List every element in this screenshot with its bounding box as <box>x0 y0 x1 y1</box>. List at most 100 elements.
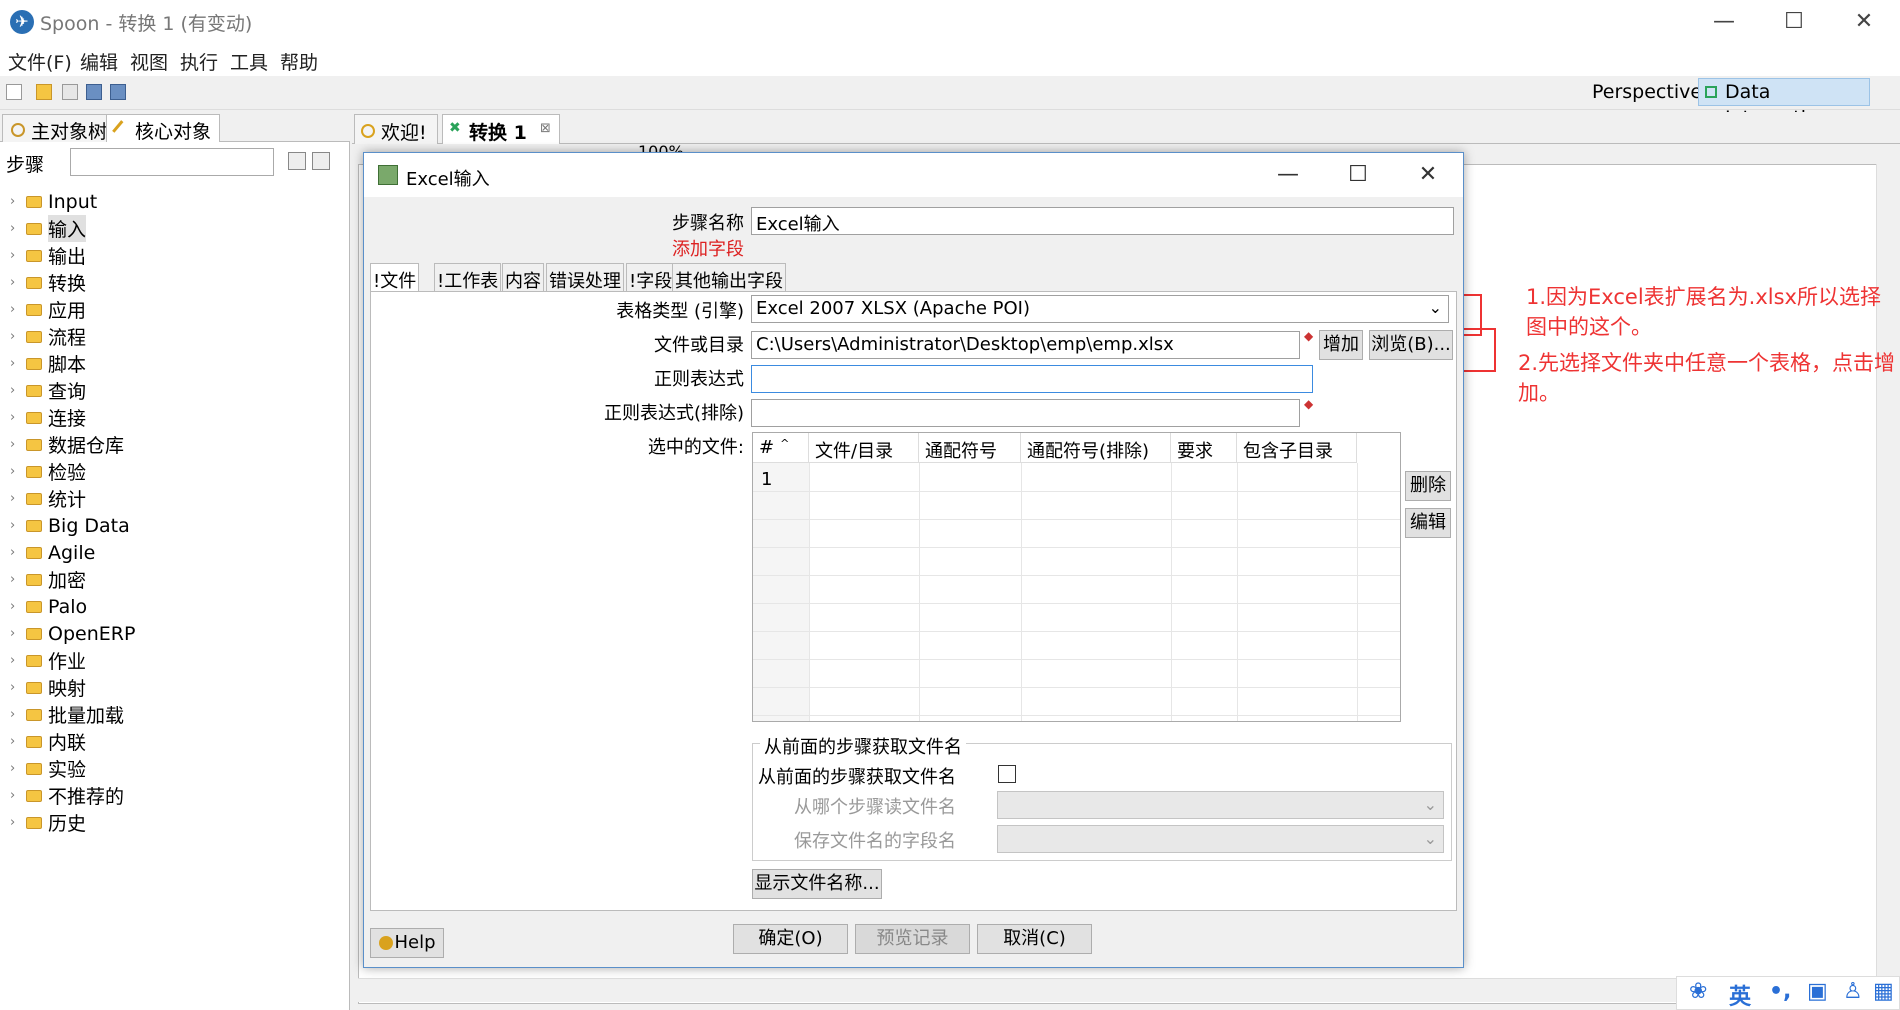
column-header-wildcard-exclude[interactable]: 通配符号(排除) <box>1021 433 1171 463</box>
tree-item[interactable]: › 加密 <box>10 566 86 593</box>
ok-button[interactable]: 确定(O) <box>733 924 848 954</box>
tree-item[interactable]: › 不推荐的 <box>10 782 124 809</box>
chevron-right-icon[interactable]: › <box>10 491 24 506</box>
tree-item[interactable]: › 脚本 <box>10 350 86 377</box>
expand-all-icon[interactable] <box>288 152 306 170</box>
read-step-select[interactable]: ⌄ <box>997 791 1444 819</box>
perspective-data-integration-button[interactable]: Data Integration <box>1698 78 1870 129</box>
column-header-required[interactable]: 要求 <box>1171 433 1237 463</box>
minimize-button[interactable]: — <box>1696 6 1752 38</box>
selected-files-table[interactable]: # ^ 文件/目录 通配符号 通配符号(排除) 要求 包含子目录 1 <box>752 432 1401 722</box>
chevron-right-icon[interactable]: › <box>10 680 24 695</box>
tree-item[interactable]: › 映射 <box>10 674 86 701</box>
menu-file[interactable]: 文件(F) <box>8 48 72 75</box>
tab-sheet[interactable]: !工作表 <box>434 263 502 293</box>
delete-button[interactable]: 删除 <box>1405 471 1451 501</box>
close-button[interactable]: ✕ <box>1836 6 1892 38</box>
chevron-right-icon[interactable]: › <box>10 599 24 614</box>
chevron-right-icon[interactable]: › <box>10 626 24 641</box>
add-field-link[interactable]: 添加字段 <box>624 235 744 261</box>
save-as-icon[interactable] <box>110 84 126 100</box>
maximize-button[interactable]: ☐ <box>1766 6 1822 38</box>
add-button[interactable]: 增加 <box>1319 330 1363 360</box>
tree-item[interactable]: › Big Data <box>10 512 130 539</box>
step-name-input[interactable]: Excel输入 <box>751 207 1454 235</box>
browse-button[interactable]: 浏览(B)... <box>1369 330 1453 360</box>
chevron-right-icon[interactable]: › <box>10 302 24 317</box>
new-file-icon[interactable] <box>6 84 22 100</box>
file-path-input[interactable]: C:\Users\Administrator\Desktop\emp\emp.x… <box>751 331 1300 359</box>
chevron-right-icon[interactable]: › <box>10 464 24 479</box>
help-button[interactable]: Help <box>370 928 444 958</box>
menu-help[interactable]: 帮助 <box>280 48 318 75</box>
chevron-right-icon[interactable]: › <box>10 410 24 425</box>
tab-other-output-fields[interactable]: 其他输出字段 <box>672 263 786 293</box>
tab-close-icon[interactable]: ⊠ <box>540 121 551 136</box>
tab-welcome[interactable]: 欢迎! <box>354 114 438 144</box>
save-icon[interactable] <box>86 84 102 100</box>
chevron-right-icon[interactable]: › <box>10 761 24 776</box>
chevron-right-icon[interactable]: › <box>10 545 24 560</box>
engine-select[interactable]: Excel 2007 XLSX (Apache POI) ⌄ <box>751 295 1449 323</box>
chevron-right-icon[interactable]: › <box>10 275 24 290</box>
tree-item[interactable]: › 检验 <box>10 458 86 485</box>
chevron-right-icon[interactable]: › <box>10 383 24 398</box>
chevron-right-icon[interactable]: › <box>10 653 24 668</box>
edit-button[interactable]: 编辑 <box>1405 508 1451 538</box>
chevron-right-icon[interactable]: › <box>10 437 24 452</box>
tab-file[interactable]: !文件 <box>370 263 420 293</box>
grid-menu-icon[interactable]: ▦ <box>1873 979 1894 1004</box>
tree-item[interactable]: › 转换 <box>10 269 86 296</box>
chevron-right-icon[interactable]: › <box>10 788 24 803</box>
dialog-minimize-button[interactable]: — <box>1260 159 1316 191</box>
tree-item[interactable]: › 流程 <box>10 323 86 350</box>
show-filenames-button[interactable]: 显示文件名称... <box>752 869 882 899</box>
chevron-right-icon[interactable]: › <box>10 356 24 371</box>
save-field-select[interactable]: ⌄ <box>997 825 1444 853</box>
chevron-right-icon[interactable]: › <box>10 815 24 830</box>
chevron-right-icon[interactable]: › <box>10 572 24 587</box>
steps-search-input[interactable] <box>70 148 274 176</box>
chevron-right-icon[interactable]: › <box>10 329 24 344</box>
column-header-wildcard[interactable]: 通配符号 <box>919 433 1021 463</box>
tree-item[interactable]: › 输出 <box>10 242 86 269</box>
tree-item[interactable]: › Palo <box>10 593 87 620</box>
tree-item[interactable]: › 应用 <box>10 296 86 323</box>
row-1-index[interactable]: 1 <box>761 469 772 490</box>
regex-input[interactable] <box>751 365 1313 393</box>
tab-error-handling[interactable]: 错误处理 <box>546 263 624 293</box>
explore-icon[interactable] <box>62 84 78 100</box>
user-icon[interactable]: ♙ <box>1843 979 1863 1004</box>
chevron-right-icon[interactable]: › <box>10 194 24 209</box>
tree-item[interactable]: › OpenERP <box>10 620 135 647</box>
dialog-close-button[interactable]: ✕ <box>1400 159 1456 191</box>
collapse-all-icon[interactable] <box>312 152 330 170</box>
punctuation-icon[interactable]: •, <box>1769 979 1791 1004</box>
tree-item[interactable]: › 连接 <box>10 404 86 431</box>
menu-edit[interactable]: 编辑 <box>80 48 118 75</box>
dialog-maximize-button[interactable]: ☐ <box>1330 159 1386 191</box>
chevron-right-icon[interactable]: › <box>10 518 24 533</box>
tab-core-objects[interactable]: 核心对象 <box>106 114 221 143</box>
chevron-right-icon[interactable]: › <box>10 707 24 722</box>
menu-view[interactable]: 视图 <box>130 48 168 75</box>
from-previous-checkbox[interactable] <box>998 765 1016 783</box>
horizontal-scrollbar[interactable] <box>358 978 1876 1002</box>
cancel-button[interactable]: 取消(C) <box>977 924 1092 954</box>
tree-item[interactable]: › Input <box>10 188 97 215</box>
tree-item[interactable]: › 查询 <box>10 377 86 404</box>
tab-content[interactable]: 内容 <box>502 263 544 293</box>
tab-fields[interactable]: !字段 <box>626 263 676 293</box>
ime-language[interactable]: 英 <box>1729 979 1751 1010</box>
column-header-file[interactable]: 文件/目录 <box>809 433 919 463</box>
tree-item[interactable]: › 作业 <box>10 647 86 674</box>
toolbox-icon[interactable]: ▣ <box>1807 979 1828 1004</box>
tab-transformation-1[interactable]: ✖ 转换 1 ⊠ <box>442 114 560 144</box>
tree-item[interactable]: › Agile <box>10 539 95 566</box>
tree-item[interactable]: › 历史 <box>10 809 86 836</box>
paw-icon[interactable]: ❀ <box>1689 979 1707 1004</box>
chevron-right-icon[interactable]: › <box>10 221 24 236</box>
column-header-index[interactable]: # ^ <box>753 433 809 463</box>
tree-item[interactable]: › 实验 <box>10 755 86 782</box>
tree-item[interactable]: › 内联 <box>10 728 86 755</box>
